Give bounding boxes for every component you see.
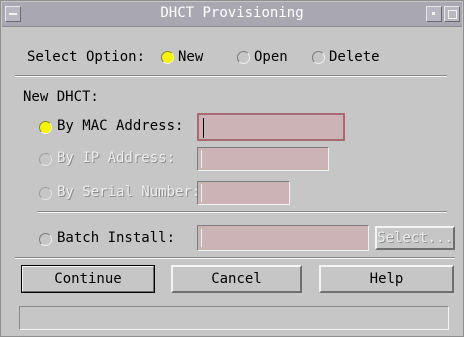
separator-bottom <box>15 257 455 259</box>
new-dhct-heading: New DHCT: <box>23 89 99 105</box>
radio-open-indicator[interactable] <box>237 51 250 64</box>
maximize-icon <box>448 10 457 19</box>
radio-ip-indicator[interactable] <box>39 153 52 166</box>
continue-button[interactable]: Continue <box>21 265 155 293</box>
serial-number-label: By Serial Number: <box>57 184 201 200</box>
separator-top <box>15 75 447 77</box>
text-cursor <box>203 118 204 138</box>
status-bar <box>19 306 449 330</box>
dhct-provisioning-window: DHCT Provisioning Select Option: New Ope… <box>0 0 464 337</box>
serial-number-input[interactable] <box>197 181 290 205</box>
separator-middle <box>37 211 447 213</box>
text-cursor-disabled <box>201 150 202 168</box>
select-option-label: Select Option: <box>27 49 146 65</box>
mac-address-input[interactable]: : : : : : <box>197 113 345 141</box>
radio-batch-indicator[interactable] <box>39 233 52 246</box>
maximize-button[interactable] <box>444 6 460 22</box>
help-button[interactable]: Help <box>319 265 454 293</box>
cancel-button[interactable]: Cancel <box>171 265 302 293</box>
option-delete-label: Delete <box>329 49 380 65</box>
radio-serial-indicator[interactable] <box>39 187 52 200</box>
select-file-button[interactable]: Select... <box>375 226 455 250</box>
radio-new-indicator[interactable] <box>161 51 174 64</box>
text-cursor-disabled <box>201 184 202 202</box>
batch-install-label: Batch Install: <box>57 230 176 246</box>
radio-mac-indicator[interactable] <box>39 121 52 134</box>
mac-address-label: By MAC Address: <box>57 118 184 134</box>
title-bar[interactable]: DHCT Provisioning <box>2 2 462 27</box>
option-new-label: New <box>178 49 204 65</box>
minimize-button[interactable] <box>426 6 442 22</box>
batch-install-input[interactable] <box>197 225 369 251</box>
ip-address-label: By IP Address: <box>57 150 176 166</box>
minimize-icon <box>432 12 435 15</box>
text-cursor-disabled <box>201 229 202 247</box>
radio-delete-indicator[interactable] <box>312 51 325 64</box>
option-open-label: Open <box>254 49 288 65</box>
ip-address-input[interactable]: . . . <box>197 147 329 171</box>
window-title: DHCT Provisioning <box>160 5 304 21</box>
